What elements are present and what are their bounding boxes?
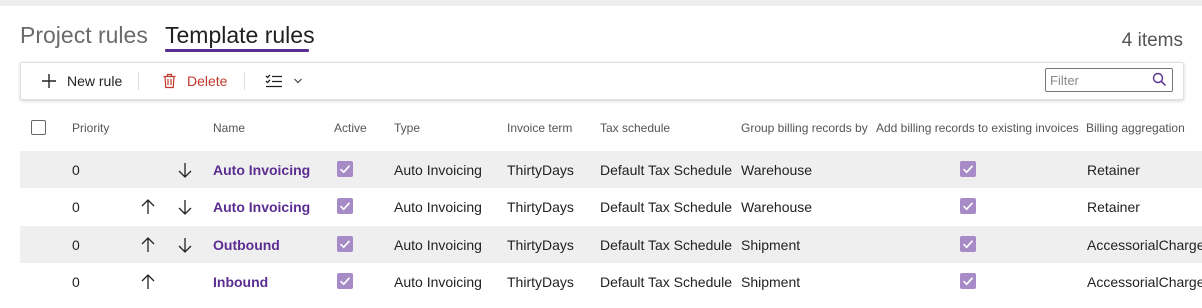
tab-project-rules[interactable]: Project rules xyxy=(20,20,148,50)
tab-template-rules[interactable]: Template rules xyxy=(165,20,315,50)
invoice-term-cell: ThirtyDays xyxy=(507,237,574,253)
column-header-group-by[interactable]: Group billing records by xyxy=(741,121,868,135)
group-by-cell: Shipment xyxy=(741,237,801,253)
aggregation-clip: AccessorialCharge xyxy=(1086,226,1202,263)
aggregation-clip: Retainer xyxy=(1086,151,1202,188)
move-down-icon[interactable] xyxy=(177,161,193,179)
type-cell: Auto Invoicing xyxy=(394,237,482,253)
rule-name-link[interactable]: Inbound xyxy=(213,273,268,291)
active-checkbox[interactable] xyxy=(337,161,353,177)
filter-field[interactable] xyxy=(1045,68,1173,92)
select-all-checkbox[interactable] xyxy=(31,120,46,135)
toolbar-divider xyxy=(244,72,245,90)
delete-button[interactable]: Delete xyxy=(162,63,227,99)
rules-page: Project rules Template rules 4 items New… xyxy=(0,0,1202,308)
group-by-cell: Warehouse xyxy=(741,199,813,215)
new-rule-label: New rule xyxy=(67,73,123,89)
search-icon[interactable] xyxy=(1152,72,1167,92)
aggregation-cell: AccessorialCharge xyxy=(1087,274,1202,290)
chevron-down-icon xyxy=(293,77,303,85)
column-header-tax-schedule[interactable]: Tax schedule xyxy=(600,121,670,135)
delete-label: Delete xyxy=(187,73,228,89)
tax-schedule-cell: Default Tax Schedule xyxy=(600,237,733,253)
trash-icon xyxy=(162,73,177,89)
tax-schedule-cell: Default Tax Schedule xyxy=(600,162,733,178)
type-cell: Auto Invoicing xyxy=(394,274,482,290)
grid-header: Priority Name Active Type Invoice term T… xyxy=(20,112,1202,148)
active-checkbox[interactable] xyxy=(337,236,353,252)
new-rule-button[interactable]: New rule xyxy=(41,63,122,99)
column-header-aggregation[interactable]: Billing aggregation xyxy=(1086,121,1185,135)
move-up-icon[interactable] xyxy=(140,236,156,254)
tax-schedule-cell: Default Tax Schedule xyxy=(600,199,733,215)
priority-cell: 0 xyxy=(72,162,80,178)
rule-name-link[interactable]: Auto Invoicing xyxy=(213,198,310,216)
aggregation-clip: Retainer xyxy=(1086,188,1202,225)
table-row[interactable]: 0 Auto Invoicing Auto Invoicing ThirtyDays D… xyxy=(20,151,1202,188)
group-by-cell: Shipment xyxy=(741,274,801,290)
table-row[interactable]: 0 Auto Invoicing Auto Invoicing ThirtyDays D… xyxy=(20,188,1202,225)
filter-input[interactable] xyxy=(1050,71,1146,89)
aggregation-cell: AccessorialCharge xyxy=(1087,237,1202,253)
active-checkbox[interactable] xyxy=(337,198,353,214)
top-strip xyxy=(0,0,1202,6)
column-header-name[interactable]: Name xyxy=(213,121,245,135)
column-header-priority[interactable]: Priority xyxy=(72,121,109,135)
invoice-term-cell: ThirtyDays xyxy=(507,199,574,215)
toolbar: New rule Delete xyxy=(20,62,1184,100)
rule-name-link[interactable]: Outbound xyxy=(213,236,280,254)
invoice-term-cell: ThirtyDays xyxy=(507,162,574,178)
tax-schedule-cell: Default Tax Schedule xyxy=(600,274,733,290)
priority-cell: 0 xyxy=(72,237,80,253)
active-tab-indicator xyxy=(165,49,309,52)
plus-icon xyxy=(41,73,57,89)
move-down-icon[interactable] xyxy=(177,198,193,216)
type-cell: Auto Invoicing xyxy=(394,162,482,178)
add-existing-checkbox[interactable] xyxy=(960,236,976,252)
add-existing-checkbox[interactable] xyxy=(960,161,976,177)
column-header-add-existing[interactable]: Add billing records to existing invoices xyxy=(876,121,1079,135)
move-down-icon[interactable] xyxy=(177,236,193,254)
move-up-icon[interactable] xyxy=(140,273,156,291)
aggregation-cell: Retainer xyxy=(1087,162,1140,178)
aggregation-cell: Retainer xyxy=(1087,199,1140,215)
aggregation-clip: AccessorialCharge xyxy=(1086,263,1202,300)
table-row[interactable]: 0 Outbound Auto Invoicing ThirtyDays Default… xyxy=(20,226,1202,263)
column-header-invoice-term[interactable]: Invoice term xyxy=(507,121,572,135)
list-view-icon xyxy=(265,73,283,89)
add-existing-checkbox[interactable] xyxy=(960,273,976,289)
add-existing-checkbox[interactable] xyxy=(960,198,976,214)
rule-name-link[interactable]: Auto Invoicing xyxy=(213,161,310,179)
column-header-active[interactable]: Active xyxy=(334,121,367,135)
type-cell: Auto Invoicing xyxy=(394,199,482,215)
invoice-term-cell: ThirtyDays xyxy=(507,274,574,290)
column-header-clip: Billing aggregation xyxy=(1086,112,1202,148)
toolbar-divider xyxy=(138,72,139,90)
view-options-button[interactable] xyxy=(265,63,303,99)
priority-cell: 0 xyxy=(72,199,80,215)
column-header-type[interactable]: Type xyxy=(394,121,420,135)
group-by-cell: Warehouse xyxy=(741,162,813,178)
table-row[interactable]: 0 Inbound Auto Invoicing ThirtyDays Default … xyxy=(20,263,1202,300)
item-count: 4 items xyxy=(1121,30,1183,51)
priority-cell: 0 xyxy=(72,274,80,290)
move-up-icon[interactable] xyxy=(140,198,156,216)
active-checkbox[interactable] xyxy=(337,273,353,289)
